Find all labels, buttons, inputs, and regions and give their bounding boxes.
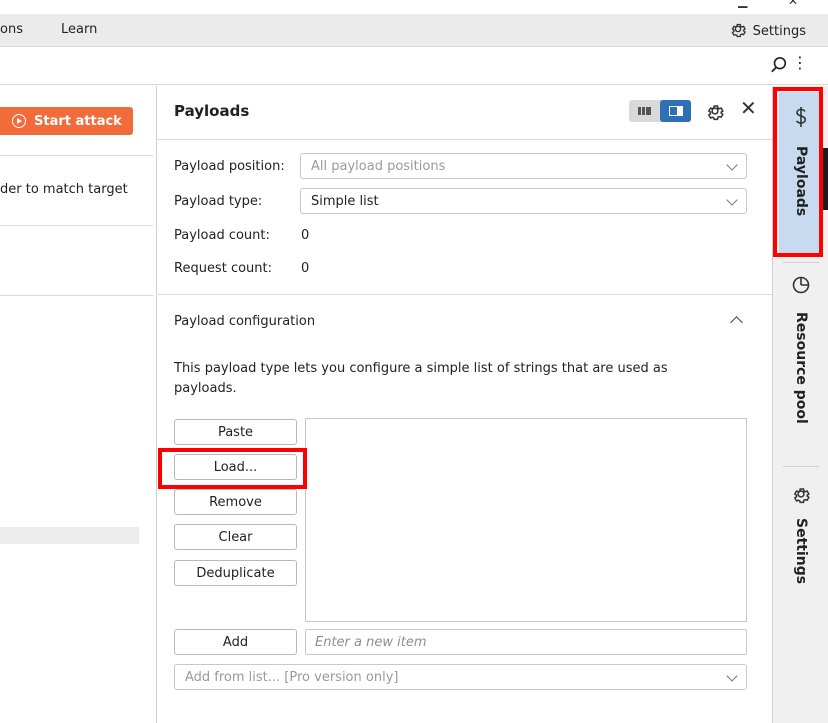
divider [0,225,153,226]
gear-icon [729,20,747,42]
update-host-header-text: der to match target [0,182,128,197]
start-attack-label: Start attack [34,113,122,129]
side-tab-strip: Payloads Resource pool Settings [772,86,828,723]
settings-menu-label: Settings [752,23,806,39]
window-edge [822,148,828,210]
chevron-down-icon [726,670,738,682]
tab-resource-pool-label: Resource pool [793,312,809,424]
gear-icon [791,484,811,508]
tab-settings-label: Settings [793,518,809,585]
dollar-icon [793,106,809,132]
panel-header: Payloads ✕ [158,86,772,140]
layout-toggle[interactable] [629,100,691,122]
payload-configuration-description: This payload type lets you configure a s… [174,361,668,396]
close-panel-icon[interactable]: ✕ [740,98,757,118]
start-attack-button[interactable]: Start attack [0,107,133,135]
chevron-up-icon[interactable] [730,316,743,329]
divider [783,262,819,263]
payload-list[interactable] [305,418,747,622]
menu-item-learn[interactable]: Learn [61,22,97,37]
tab-settings[interactable]: Settings [779,484,823,594]
panel-settings-icon[interactable] [705,101,725,125]
deduplicate-button[interactable]: Deduplicate [174,560,297,586]
layout-vertical-icon[interactable] [660,100,691,122]
divider [783,466,819,467]
tab-payloads-label: Payloads [793,146,809,217]
divider [0,295,153,296]
panel-title: Payloads [174,102,250,120]
payload-type-select[interactable]: Simple list [300,188,747,214]
payload-count-label: Payload count: [174,228,270,243]
close-window-icon[interactable]: ✕ [788,0,798,8]
attack-left-pane: Start attack der to match target [0,86,157,723]
add-from-list-value: Add from list... [Pro version only] [185,669,399,685]
payloads-panel: Payloads ✕ Payload position: All payload… [158,86,772,723]
request-count-label: Request count: [174,261,272,276]
remove-button[interactable]: Remove [174,489,297,515]
divider [0,155,153,156]
payload-configuration-title: Payload configuration [174,314,316,329]
payload-count-value: 0 [301,228,310,243]
scroll-region [0,527,139,544]
pie-chart-icon [792,276,810,298]
minimize-icon[interactable]: ▁ [738,0,747,8]
menubar: ons Learn Settings [0,14,828,47]
title-strip: ▁ ✕ [0,0,828,14]
add-button[interactable]: Add [174,629,297,655]
play-icon [12,114,26,128]
paste-button[interactable]: Paste [174,419,297,445]
payload-position-value: All payload positions [311,158,446,174]
payload-type-label: Payload type: [174,194,263,209]
chevron-down-icon [726,194,738,206]
more-options-icon[interactable]: ⋮ [792,55,808,71]
load-button[interactable]: Load... [174,454,297,480]
new-item-input[interactable]: Enter a new item [305,629,747,655]
chevron-down-icon [726,159,738,171]
payload-type-value: Simple list [311,193,379,209]
menu-item-extensions[interactable]: ons [0,22,23,37]
payload-position-label: Payload position: [174,159,285,174]
tab-payloads[interactable]: Payloads [779,92,823,254]
add-from-list-select: Add from list... [Pro version only] [174,664,747,690]
divider [158,294,772,295]
request-count-value: 0 [301,261,310,276]
search-icon[interactable] [770,56,788,78]
clear-button[interactable]: Clear [174,524,297,550]
payload-position-select: All payload positions [300,153,747,179]
tab-resource-pool[interactable]: Resource pool [779,270,823,460]
settings-menu-button[interactable]: Settings [729,20,806,42]
layout-horizontal-icon[interactable] [629,100,660,122]
secondary-toolbar: ⋮ [0,47,828,85]
